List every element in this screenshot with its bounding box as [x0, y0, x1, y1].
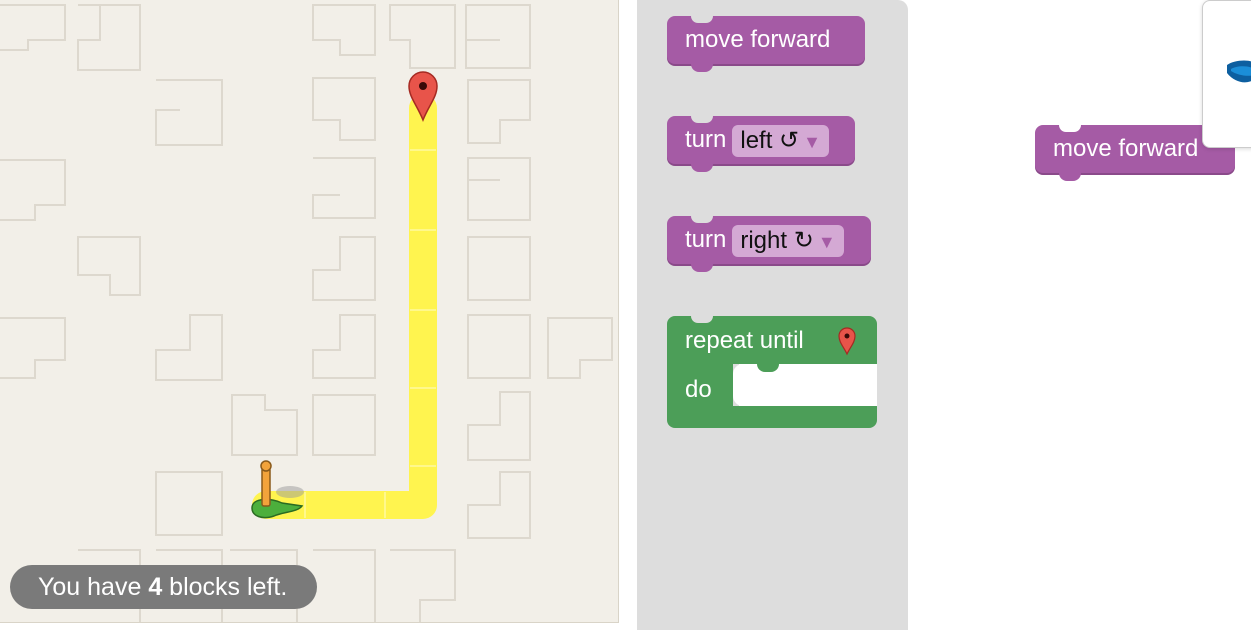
building-outline — [312, 157, 376, 219]
blocks-left-status: You have 4 blocks left. — [10, 565, 318, 609]
repeat-until-label: repeat until — [685, 327, 804, 354]
building-outline — [467, 236, 531, 301]
trash-can[interactable] — [1202, 0, 1251, 148]
repeat-until-block[interactable]: repeat until do — [667, 316, 877, 428]
blocks-left-count: 4 — [148, 573, 163, 601]
building-outline — [231, 394, 298, 456]
building-outline — [155, 471, 223, 536]
building-outline — [0, 4, 66, 51]
building-outline — [312, 77, 376, 141]
building-outline — [467, 314, 531, 379]
turn-left-dropdown[interactable]: left ↺ ▼ — [732, 124, 829, 157]
building-outline — [0, 159, 66, 221]
building-outline — [389, 4, 456, 69]
status-suffix: blocks left. — [169, 573, 288, 601]
turn-left-block[interactable]: turn left ↺ ▼ — [667, 116, 855, 172]
building-outline — [155, 314, 223, 381]
maze-canvas: You have 4 blocks left. — [0, 0, 619, 623]
maze-path — [252, 94, 437, 519]
map-pin-icon — [838, 327, 856, 356]
turn-right-option: right ↻ — [740, 226, 814, 254]
maze-svg — [0, 4, 613, 622]
pegman-icon — [251, 460, 304, 519]
turn-right-block[interactable]: turn right ↻ ▼ — [667, 216, 871, 272]
building-outline — [467, 157, 531, 221]
trash-icon — [1227, 60, 1251, 83]
move-forward-block[interactable]: move forward — [667, 16, 865, 72]
workspace[interactable] — [908, 0, 1251, 630]
building-outline — [312, 314, 376, 379]
building-outline — [312, 236, 376, 301]
building-outline — [390, 549, 456, 622]
building-outline — [465, 4, 531, 69]
block-toolbox — [637, 0, 908, 630]
building-outline — [467, 391, 531, 461]
building-outline — [77, 4, 141, 71]
turn-left-option: left ↺ — [740, 126, 800, 154]
building-outline — [547, 317, 613, 379]
repeat-do-label: do — [685, 376, 712, 403]
dropdown-arrow-icon: ▼ — [817, 231, 836, 252]
status-prefix: You have — [38, 573, 142, 601]
workspace-block-label: move forward — [1053, 135, 1199, 162]
building-outline — [313, 549, 376, 622]
building-outline — [312, 394, 376, 456]
building-outline — [0, 317, 66, 379]
building-outline — [467, 471, 531, 539]
building-outline — [467, 79, 531, 144]
dropdown-arrow-icon: ▼ — [803, 131, 821, 152]
building-outline — [312, 4, 376, 56]
building-outline — [155, 79, 223, 146]
building-outline — [77, 236, 141, 296]
turn-right-dropdown[interactable]: right ↻ ▼ — [732, 224, 844, 257]
move-forward-label: move forward — [685, 26, 831, 53]
turn-right-label: turn — [685, 226, 727, 253]
turn-left-label: turn — [685, 126, 727, 153]
